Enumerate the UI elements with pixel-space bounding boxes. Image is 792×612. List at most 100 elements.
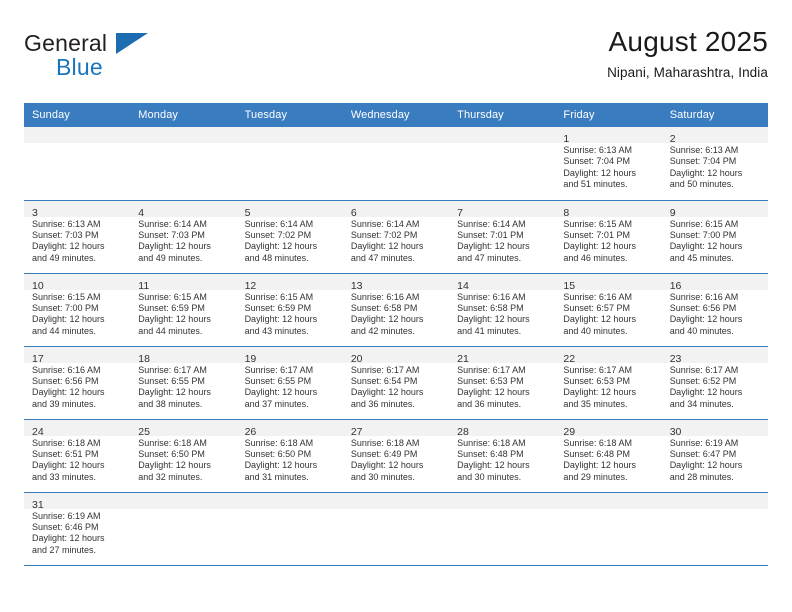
day-number-bar: 11 xyxy=(130,273,237,292)
daylight-text-line2: and 39 minutes. xyxy=(32,398,97,409)
day-number-bar: 8 xyxy=(555,200,662,219)
day-number-bar: 17 xyxy=(24,346,131,365)
calendar-day-cell[interactable]: 3 Sunrise: 6:13 AM Sunset: 7:03 PM Daylight… xyxy=(24,199,131,273)
calendar-day-cell[interactable]: 9 Sunrise: 6:15 AM Sunset: 7:00 PM Daylight… xyxy=(661,199,768,273)
calendar-day-cell[interactable]: 4 Sunrise: 6:14 AM Sunset: 7:03 PM Daylight… xyxy=(130,199,237,273)
daylight-text-line1: Daylight: 12 hours xyxy=(244,241,318,252)
calendar-day-cell[interactable]: 10 Sunrise: 6:15 AM Sunset: 7:00 PM Dayligh… xyxy=(24,272,131,346)
calendar-header-row: Sunday Monday Tuesday Wednesday Thursday… xyxy=(24,103,768,127)
sunset-text: Sunset: 7:00 PM xyxy=(32,302,99,313)
calendar-day-cell[interactable]: 31 Sunrise: 6:19 AM Sunset: 6:46 PM Dayligh… xyxy=(24,491,131,566)
daylight-text-line2: and 35 minutes. xyxy=(563,398,628,409)
daylight-text-line1: Daylight: 12 hours xyxy=(669,241,743,252)
day-number: 5 xyxy=(244,206,251,219)
calendar-day-cell[interactable]: 27 Sunrise: 6:18 AM Sunset: 6:49 PM Dayligh… xyxy=(342,418,450,492)
calendar-day-cell[interactable]: 24 Sunrise: 6:18 AM Sunset: 6:51 PM Dayligh… xyxy=(24,418,131,492)
sunset-text: Sunset: 7:04 PM xyxy=(563,156,630,167)
daylight-text-line2: and 29 minutes. xyxy=(563,471,628,482)
sunrise-text: Sunrise: 6:13 AM xyxy=(563,145,632,155)
calendar-day-cell[interactable]: 21 Sunrise: 6:17 AM Sunset: 6:53 PM Dayligh… xyxy=(449,345,556,419)
calendar-day-cell[interactable]: 22 Sunrise: 6:17 AM Sunset: 6:53 PM Dayligh… xyxy=(555,345,662,419)
day-details xyxy=(449,509,555,511)
calendar-empty-cell xyxy=(661,491,768,566)
calendar-day-cell[interactable]: 28 Sunrise: 6:18 AM Sunset: 6:48 PM Dayligh… xyxy=(449,418,556,492)
day-number-bar: 12 xyxy=(236,273,343,292)
sunrise-text: Sunrise: 6:14 AM xyxy=(138,218,207,229)
sunrise-text: Sunrise: 6:16 AM xyxy=(563,291,632,302)
calendar-day-cell[interactable]: 18 Sunrise: 6:17 AM Sunset: 6:55 PM Dayligh… xyxy=(130,345,237,419)
sunset-text: Sunset: 6:58 PM xyxy=(350,302,418,313)
weekday-header-wednesday: Wednesday xyxy=(342,103,450,127)
sunset-text: Sunset: 7:04 PM xyxy=(669,156,737,167)
flag-icon xyxy=(116,33,148,54)
day-number-bar: 20 xyxy=(342,346,450,365)
calendar-empty-cell xyxy=(342,491,450,566)
day-number: 15 xyxy=(563,279,576,292)
calendar-day-cell[interactable]: 15 Sunrise: 6:16 AM Sunset: 6:57 PM Dayligh… xyxy=(555,272,662,346)
day-details: Sunrise: 6:15 AM Sunset: 7:01 PM Daylight:… xyxy=(555,217,661,265)
day-number: 19 xyxy=(244,352,257,365)
sunset-text: Sunset: 6:59 PM xyxy=(138,302,205,313)
sunrise-text: Sunrise: 6:17 AM xyxy=(563,364,632,375)
calendar-day-cell[interactable]: 26 Sunrise: 6:18 AM Sunset: 6:50 PM Dayligh… xyxy=(236,418,343,492)
day-number-bar: 14 xyxy=(449,273,556,292)
day-number-bar: 6 xyxy=(342,200,450,219)
calendar-day-cell[interactable]: 6 Sunrise: 6:14 AM Sunset: 7:02 PM Daylight… xyxy=(342,199,450,273)
calendar-day-cell[interactable]: 2 Sunrise: 6:13 AM Sunset: 7:04 PM Daylight… xyxy=(661,127,768,200)
day-number-bar xyxy=(130,492,237,509)
daylight-text-line1: Daylight: 12 hours xyxy=(669,460,743,471)
daylight-text-line1: Daylight: 12 hours xyxy=(563,460,636,471)
calendar-day-cell[interactable]: 17 Sunrise: 6:16 AM Sunset: 6:56 PM Dayligh… xyxy=(24,345,131,419)
calendar-day-cell[interactable]: 7 Sunrise: 6:14 AM Sunset: 7:01 PM Daylight… xyxy=(449,199,556,273)
sunrise-text: Sunrise: 6:18 AM xyxy=(457,437,526,448)
day-number-bar xyxy=(342,492,450,509)
calendar-day-cell[interactable]: 20 Sunrise: 6:17 AM Sunset: 6:54 PM Dayligh… xyxy=(342,345,450,419)
day-number: 20 xyxy=(350,352,363,365)
general-blue-logo[interactable]: General Blue xyxy=(24,24,164,88)
calendar-day-cell[interactable]: 19 Sunrise: 6:17 AM Sunset: 6:55 PM Dayligh… xyxy=(236,345,343,419)
sunrise-text: Sunrise: 6:14 AM xyxy=(457,218,526,229)
daylight-text-line2: and 50 minutes. xyxy=(669,179,734,190)
daylight-text-line1: Daylight: 12 hours xyxy=(32,387,105,398)
day-details: Sunrise: 6:14 AM Sunset: 7:02 PM Daylight:… xyxy=(237,217,343,265)
calendar-day-cell[interactable]: 1 Sunrise: 6:13 AM Sunset: 7:04 PM Daylight… xyxy=(555,127,662,200)
sunrise-text: Sunrise: 6:16 AM xyxy=(350,291,420,302)
sunset-text: Sunset: 7:00 PM xyxy=(669,229,737,240)
calendar-day-cell[interactable]: 29 Sunrise: 6:18 AM Sunset: 6:48 PM Dayligh… xyxy=(555,418,662,492)
sunset-text: Sunset: 6:52 PM xyxy=(669,375,737,386)
calendar-day-cell[interactable]: 11 Sunrise: 6:15 AM Sunset: 6:59 PM Dayligh… xyxy=(130,272,237,346)
day-number: 28 xyxy=(457,425,469,438)
calendar-day-cell[interactable]: 12 Sunrise: 6:15 AM Sunset: 6:59 PM Dayligh… xyxy=(236,272,343,346)
calendar-day-cell[interactable]: 16 Sunrise: 6:16 AM Sunset: 6:56 PM Dayligh… xyxy=(661,272,768,346)
calendar-day-cell[interactable]: 13 Sunrise: 6:16 AM Sunset: 6:58 PM Dayligh… xyxy=(342,272,450,346)
daylight-text-line1: Daylight: 12 hours xyxy=(32,241,105,252)
sunset-text: Sunset: 6:56 PM xyxy=(32,375,99,386)
calendar-day-cell[interactable]: 25 Sunrise: 6:18 AM Sunset: 6:50 PM Dayligh… xyxy=(130,418,237,492)
sunset-text: Sunset: 6:50 PM xyxy=(244,448,312,459)
day-details xyxy=(237,509,343,511)
day-number-bar: 27 xyxy=(342,419,450,438)
calendar-day-cell[interactable]: 14 Sunrise: 6:16 AM Sunset: 6:58 PM Dayligh… xyxy=(449,272,556,346)
calendar-day-cell[interactable]: 30 Sunrise: 6:19 AM Sunset: 6:47 PM Dayligh… xyxy=(661,418,768,492)
calendar-day-cell[interactable]: 8 Sunrise: 6:15 AM Sunset: 7:01 PM Daylight… xyxy=(555,199,662,273)
day-number: 25 xyxy=(138,425,150,438)
daylight-text-line2: and 27 minutes. xyxy=(32,544,97,555)
sunset-text: Sunset: 6:54 PM xyxy=(350,375,418,386)
calendar-week-row: 24 Sunrise: 6:18 AM Sunset: 6:51 PM Dayligh… xyxy=(24,418,768,492)
daylight-text-line2: and 42 minutes. xyxy=(350,325,415,336)
day-details: Sunrise: 6:16 AM Sunset: 6:56 PM Daylight:… xyxy=(662,290,768,338)
day-number-bar xyxy=(449,492,556,509)
calendar-day-cell[interactable]: 5 Sunrise: 6:14 AM Sunset: 7:02 PM Daylight… xyxy=(236,199,343,273)
sunrise-text: Sunrise: 6:15 AM xyxy=(669,218,739,229)
logo-text-blue: Blue xyxy=(56,54,103,80)
calendar-empty-cell xyxy=(236,127,343,200)
calendar-page: General Blue August 2025 Nipani, Maharas… xyxy=(0,0,792,612)
day-number-bar xyxy=(130,127,237,143)
sunset-text: Sunset: 7:01 PM xyxy=(457,229,524,240)
daylight-text-line2: and 38 minutes. xyxy=(138,398,203,409)
day-number: 8 xyxy=(563,206,570,219)
day-number-bar: 9 xyxy=(661,200,768,219)
calendar-day-cell[interactable]: 23 Sunrise: 6:17 AM Sunset: 6:52 PM Dayligh… xyxy=(661,345,768,419)
day-details: Sunrise: 6:18 AM Sunset: 6:51 PM Daylight:… xyxy=(24,436,130,484)
daylight-text-line1: Daylight: 12 hours xyxy=(563,241,636,252)
